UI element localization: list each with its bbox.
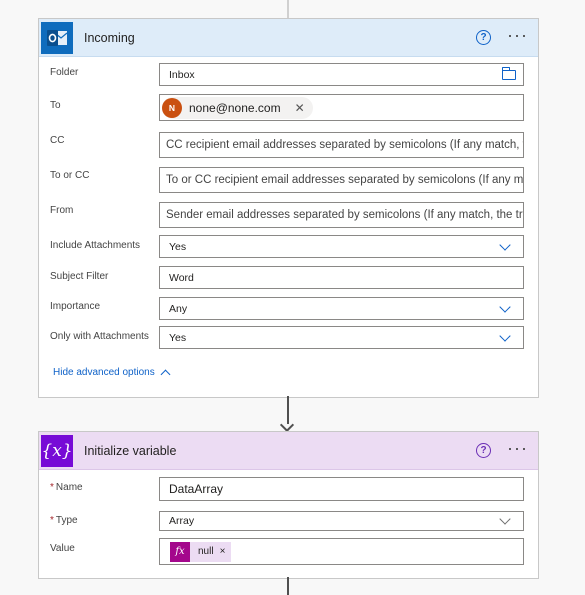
folder-value: Inbox — [169, 68, 195, 81]
hide-advanced-options-link[interactable]: Hide advanced options — [53, 367, 171, 380]
hide-advanced-options-label: Hide advanced options — [53, 367, 155, 378]
folder-label: Folder — [50, 67, 79, 78]
avatar: N — [162, 97, 182, 118]
to-or-cc-placeholder: To or CC recipient email addresses separ… — [166, 174, 524, 186]
expression-text: null — [198, 546, 214, 557]
required-marker: * — [50, 515, 54, 526]
include-attachments-label: Include Attachments — [50, 240, 141, 251]
help-icon[interactable]: ? — [476, 443, 491, 458]
to-field[interactable]: N none@none.com ✕ — [159, 94, 524, 121]
cc-placeholder: CC recipient email addresses separated b… — [166, 139, 523, 151]
variable-type-select[interactable]: Array — [159, 511, 524, 531]
from-label: From — [50, 205, 74, 216]
card-header[interactable]: {x} Initialize variable ? ··· — [39, 432, 538, 470]
cc-input[interactable]: CC recipient email addresses separated b… — [159, 132, 524, 158]
chevron-down-icon — [499, 513, 511, 525]
more-options-icon[interactable]: ··· — [507, 25, 528, 46]
name-label: * Name — [50, 482, 83, 493]
outlook-trigger-card: Incoming ? ··· Folder Inbox To N none@no… — [38, 18, 539, 398]
variable-value-input[interactable]: fx null × — [159, 538, 524, 565]
to-or-cc-input[interactable]: To or CC recipient email addresses separ… — [159, 167, 524, 193]
to-label: To — [50, 100, 61, 111]
more-options-icon[interactable]: ··· — [507, 438, 528, 459]
only-with-attachments-select[interactable]: Yes — [159, 326, 524, 349]
card-title: Incoming — [84, 30, 135, 45]
required-marker: * — [50, 482, 54, 493]
from-input[interactable]: Sender email addresses separated by semi… — [159, 202, 524, 228]
chevron-down-icon — [499, 330, 511, 342]
variable-icon: {x} — [41, 434, 73, 467]
only-with-attachments-label: Only with Attachments — [50, 331, 149, 342]
subject-filter-input[interactable]: Word — [159, 266, 524, 289]
from-placeholder: Sender email addresses separated by semi… — [166, 209, 523, 221]
folder-icon[interactable] — [502, 67, 516, 80]
importance-label: Importance — [50, 301, 101, 312]
remove-token-icon[interactable]: ✕ — [295, 101, 305, 115]
subject-filter-value: Word — [169, 271, 194, 284]
expression-icon: fx — [170, 541, 190, 562]
card-header[interactable]: Incoming ? ··· — [39, 19, 538, 57]
type-label: * Type — [50, 515, 78, 526]
top-connector-line — [287, 0, 289, 18]
card-title: Initialize variable — [84, 443, 177, 458]
chevron-up-icon — [160, 369, 171, 380]
type-label-text: Type — [55, 515, 78, 526]
arrow-down-icon — [279, 417, 295, 433]
include-attachments-select[interactable]: Yes — [159, 235, 524, 258]
recipient-email: none@none.com — [189, 100, 281, 115]
variable-type-value: Array — [169, 515, 195, 527]
include-attachments-value: Yes — [169, 240, 187, 253]
cc-label: CC — [50, 135, 65, 146]
help-icon[interactable]: ? — [476, 30, 491, 45]
flow-connector-line — [287, 577, 289, 595]
subject-filter-label: Subject Filter — [50, 271, 109, 282]
remove-token-icon[interactable]: × — [220, 546, 226, 557]
outlook-icon — [41, 21, 73, 54]
only-with-attachments-value: Yes — [169, 331, 187, 344]
recipient-token[interactable]: N none@none.com ✕ — [162, 96, 313, 119]
variable-name-input[interactable]: DataArray — [159, 477, 524, 501]
chevron-down-icon — [499, 301, 511, 313]
variable-name-value: DataArray — [169, 482, 224, 496]
name-label-text: Name — [55, 482, 83, 493]
chevron-down-icon — [499, 239, 511, 251]
to-or-cc-label: To or CC — [50, 170, 90, 181]
initialize-variable-card: {x} Initialize variable ? ··· * Name Data… — [38, 431, 539, 579]
folder-field[interactable]: Inbox — [159, 63, 524, 86]
expression-token[interactable]: fx null × — [170, 541, 232, 562]
importance-select[interactable]: Any — [159, 297, 524, 320]
value-label: Value — [50, 543, 75, 554]
importance-value: Any — [169, 302, 188, 315]
